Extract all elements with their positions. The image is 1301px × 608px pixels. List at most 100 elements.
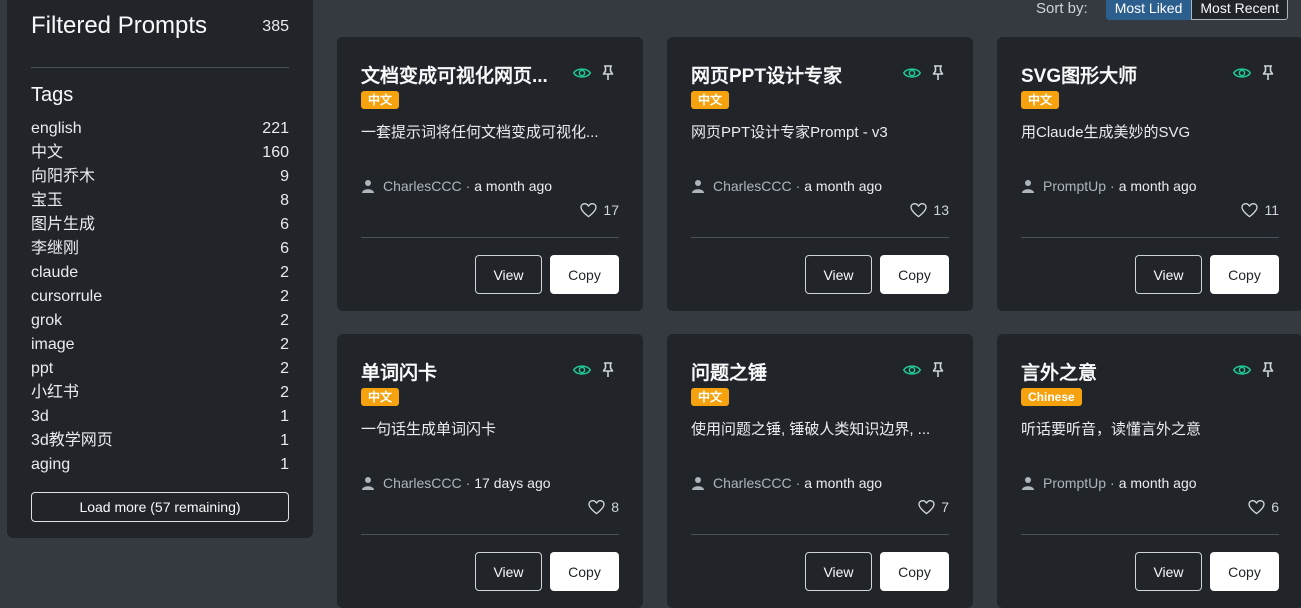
view-button[interactable]: View: [805, 552, 872, 591]
tag-item[interactable]: 中文 160: [31, 141, 289, 165]
language-badge: Chinese: [1021, 388, 1082, 406]
tag-item[interactable]: aging 1: [31, 453, 289, 477]
pin-icon[interactable]: [1262, 362, 1274, 378]
user-icon: [692, 180, 704, 193]
eye-icon[interactable]: [573, 363, 591, 377]
post-time: 17 days ago: [474, 475, 551, 491]
copy-button[interactable]: Copy: [1210, 552, 1279, 591]
prompt-card: SVG图形大师 中文 用Claude生成美妙的SVG PromptUp · a …: [997, 37, 1301, 311]
eye-icon[interactable]: [903, 66, 921, 80]
tag-item[interactable]: claude 2: [31, 261, 289, 285]
tag-name: 宝玉: [31, 192, 64, 209]
sort-most-recent-button[interactable]: Most Recent: [1191, 0, 1288, 20]
view-button[interactable]: View: [1135, 552, 1202, 591]
tag-item[interactable]: grok 2: [31, 309, 289, 333]
card-meta: PromptUp · a month ago: [1021, 475, 1197, 491]
pin-icon[interactable]: [602, 362, 614, 378]
author-name[interactable]: CharlesCCC: [713, 178, 792, 194]
card-title[interactable]: 问题之锤: [691, 358, 891, 385]
author-name[interactable]: CharlesCCC: [383, 475, 462, 491]
card-meta: CharlesCCC · a month ago: [361, 178, 552, 194]
heart-icon[interactable]: [918, 499, 935, 515]
author-name[interactable]: PromptUp: [1043, 475, 1106, 491]
like-control[interactable]: 13: [910, 202, 949, 218]
card-description: 听话要听音，读懂言外之意: [1021, 421, 1202, 438]
heart-icon[interactable]: [1248, 499, 1265, 515]
card-title[interactable]: 文档变成可视化网页...: [361, 61, 561, 88]
copy-button[interactable]: Copy: [550, 552, 619, 591]
load-more-button[interactable]: Load more (57 remaining): [31, 492, 289, 522]
like-control[interactable]: 7: [918, 499, 949, 515]
tag-name: cursorrule: [31, 288, 103, 305]
like-count: 17: [603, 202, 619, 218]
eye-icon[interactable]: [1233, 363, 1251, 377]
view-button[interactable]: View: [475, 552, 542, 591]
language-badge: 中文: [1021, 91, 1060, 109]
like-control[interactable]: 6: [1248, 499, 1279, 515]
card-meta: PromptUp · a month ago: [1021, 178, 1197, 194]
tag-name: 小红书: [31, 384, 80, 401]
tag-item[interactable]: ppt 2: [31, 357, 289, 381]
tag-item[interactable]: 向阳乔木 9: [31, 165, 289, 189]
like-control[interactable]: 8: [588, 499, 619, 515]
heart-icon[interactable]: [1241, 202, 1259, 218]
card-title[interactable]: 单词闪卡: [361, 358, 561, 385]
card-title[interactable]: SVG图形大师: [1021, 61, 1221, 88]
card-description: 用Claude生成美妙的SVG: [1021, 124, 1191, 141]
author-name[interactable]: CharlesCCC: [713, 475, 792, 491]
tag-item[interactable]: 小红书 2: [31, 381, 289, 405]
copy-button[interactable]: Copy: [550, 255, 619, 294]
like-count: 11: [1264, 202, 1279, 218]
sidebar-title: Filtered Prompts: [31, 12, 208, 39]
copy-button[interactable]: Copy: [1210, 255, 1279, 294]
prompt-card: 问题之锤 中文 使用问题之锤, 锤破人类知识边界, ... CharlesCCC…: [667, 334, 973, 608]
tag-item[interactable]: image 2: [31, 333, 289, 357]
tag-item[interactable]: english 221: [31, 117, 289, 141]
like-count: 6: [1271, 499, 1279, 515]
tag-count: 160: [262, 144, 289, 161]
card-title[interactable]: 网页PPT设计专家: [691, 61, 891, 88]
pin-icon[interactable]: [602, 65, 614, 81]
eye-icon[interactable]: [903, 363, 921, 377]
tag-name: 中文: [31, 144, 64, 161]
view-button[interactable]: View: [1135, 255, 1202, 294]
like-count: 13: [933, 202, 949, 218]
sort-most-liked-button[interactable]: Most Liked: [1105, 0, 1192, 20]
eye-icon[interactable]: [573, 66, 591, 80]
author-name[interactable]: CharlesCCC: [383, 178, 462, 194]
card-divider: [361, 534, 619, 535]
eye-icon[interactable]: [1233, 66, 1251, 80]
tag-item[interactable]: 李继刚 6: [31, 237, 289, 261]
tag-item[interactable]: 3d教学网页 1: [31, 429, 289, 453]
tag-name: english: [31, 120, 82, 137]
tag-name: 3d教学网页: [31, 432, 113, 449]
like-control[interactable]: 11: [1241, 202, 1279, 218]
card-divider: [691, 534, 949, 535]
card-meta: CharlesCCC · 17 days ago: [361, 475, 551, 491]
like-count: 7: [941, 499, 949, 515]
user-icon: [362, 477, 374, 490]
card-title[interactable]: 言外之意: [1021, 358, 1221, 385]
heart-icon[interactable]: [580, 202, 598, 218]
pin-icon[interactable]: [932, 362, 944, 378]
tag-item[interactable]: 宝玉 8: [31, 189, 289, 213]
heart-icon[interactable]: [910, 202, 928, 218]
post-time: a month ago: [1118, 178, 1197, 194]
author-name[interactable]: PromptUp: [1043, 178, 1106, 194]
tag-name: grok: [31, 312, 63, 329]
pin-icon[interactable]: [1262, 65, 1274, 81]
pin-icon[interactable]: [932, 65, 944, 81]
copy-button[interactable]: Copy: [880, 552, 949, 591]
heart-icon[interactable]: [588, 499, 605, 515]
meta-separator: ·: [465, 178, 471, 194]
view-button[interactable]: View: [475, 255, 542, 294]
meta-separator: ·: [795, 178, 801, 194]
meta-separator: ·: [1110, 178, 1115, 194]
like-control[interactable]: 17: [580, 202, 619, 218]
tag-item[interactable]: cursorrule 2: [31, 285, 289, 309]
view-button[interactable]: View: [805, 255, 872, 294]
filter-sidebar: Filtered Prompts 385 Tags english 221 中文 1…: [7, 0, 313, 538]
copy-button[interactable]: Copy: [880, 255, 949, 294]
tag-item[interactable]: 图片生成 6: [31, 213, 289, 237]
tag-item[interactable]: 3d 1: [31, 405, 289, 429]
